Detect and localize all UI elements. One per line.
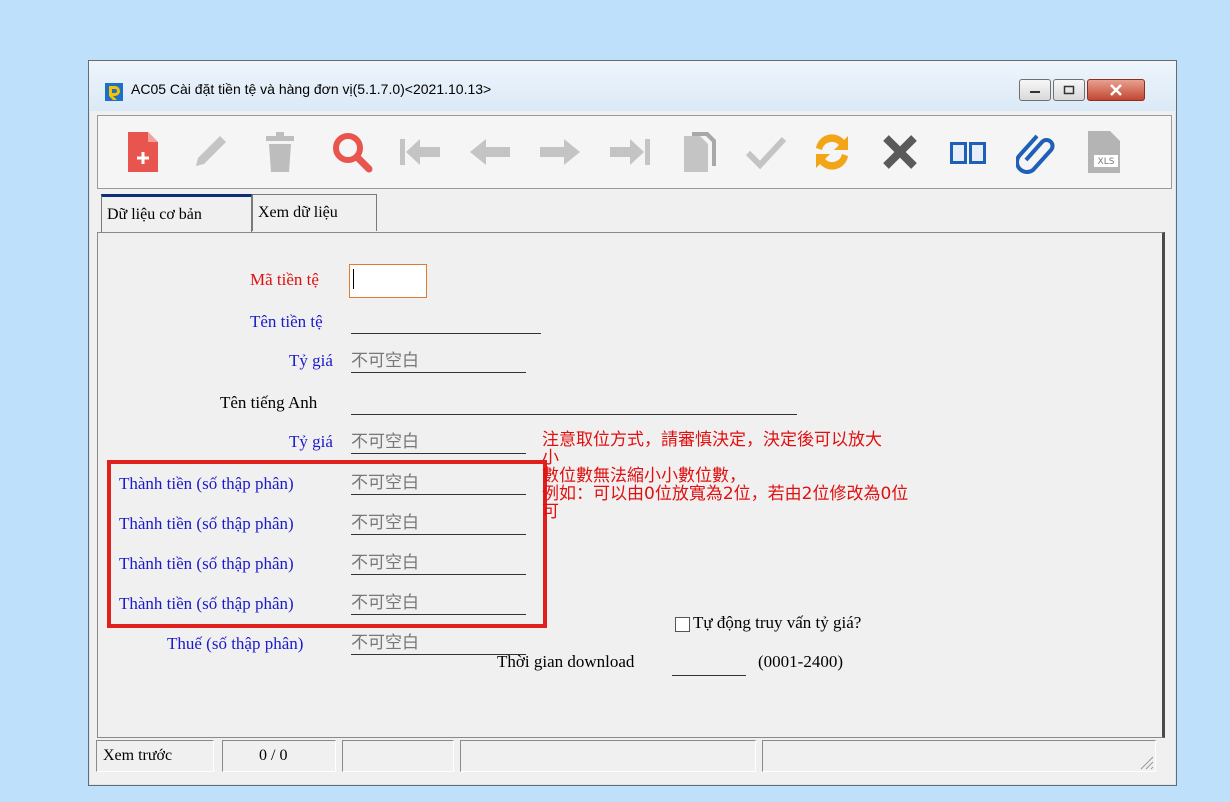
last-record-button[interactable] [604,126,656,178]
last-record-icon [610,139,650,165]
delete-button[interactable] [254,126,306,178]
english-name-label: Tên tiếng Anh [220,393,318,412]
maximize-icon [1063,85,1075,95]
rate-label-1: Tỷ giá [289,351,333,370]
highlight-box [107,460,547,628]
tab-basic-data[interactable]: Dữ liệu cơ bản [101,194,252,233]
check-icon [745,136,787,169]
refresh-button[interactable] [806,126,858,178]
maximize-button[interactable] [1053,79,1085,101]
paperclip-icon [1016,134,1055,174]
confirm-button[interactable] [740,126,792,178]
xls-icon: XLS [1088,131,1120,173]
record-count-text: 0 / 0 [259,747,288,764]
note-line: 可 [542,502,559,522]
download-time-hint: (0001-2400) [758,652,843,671]
toolbar: XLS [97,115,1172,189]
status-cell-3 [342,740,454,772]
auto-rate-checkbox[interactable] [675,617,690,632]
manual-button[interactable] [942,126,994,178]
tab-label: Xem dữ liệu [258,204,338,221]
english-name-input[interactable] [351,392,797,415]
x-icon [883,135,917,169]
edit-button[interactable] [184,126,236,178]
auto-rate-label: Tự động truy vấn tỷ giá? [693,613,862,632]
tax-decimal-label: Thuế (số thập phân) [167,634,304,653]
note-line: 注意取位方式，請審慎決定，決定後可以放大 [542,430,882,450]
pencil-icon [196,136,226,166]
arrow-right-icon [540,139,580,165]
cancel-button[interactable] [874,126,926,178]
previous-button[interactable] [464,126,516,178]
next-button[interactable] [534,126,586,178]
book-icon [950,142,986,164]
download-time-label: Thời gian download [497,652,635,671]
copy-button[interactable] [674,126,726,178]
preview-label: Xem trước [103,747,173,764]
tab-view-data[interactable]: Xem dữ liệu [252,194,377,231]
currency-code-input[interactable] [349,264,427,298]
text-caret [353,269,354,289]
currency-name-label: Tên tiền tệ [250,312,323,331]
arrow-left-icon [470,139,510,165]
status-cell-4 [460,740,756,772]
app-window: AC05 Cài đặt tiền tệ và hàng đơn vị(5.1.… [88,60,1177,786]
rate-input-1[interactable]: 不可空白 [351,350,526,373]
tab-label: Dữ liệu cơ bản [107,206,202,223]
search-button[interactable] [326,126,378,178]
status-bar: Xem trước 0 / 0 [96,738,1165,776]
trash-icon [266,132,294,172]
note-line: 數位數無法縮小小數位數， [542,466,746,486]
first-record-button[interactable] [394,126,446,178]
note-line: 小 [542,448,559,468]
title-bar[interactable]: AC05 Cài đặt tiền tệ và hàng đơn vị(5.1.… [89,61,1176,111]
preview-button[interactable]: Xem trước [96,740,214,772]
first-record-icon [400,139,440,165]
rate-input-2[interactable]: 不可空白 [351,431,526,454]
status-cell-5 [762,740,1156,772]
currency-code-label: Mã tiền tệ [250,270,319,289]
close-icon [1110,84,1122,96]
refresh-icon [816,134,848,170]
app-logo-icon [105,83,123,101]
close-button[interactable] [1087,79,1145,101]
currency-name-input[interactable] [351,311,541,334]
minimize-button[interactable] [1019,79,1051,101]
export-xls-button[interactable]: XLS [1078,126,1130,178]
download-time-input[interactable] [672,653,746,676]
decimal-note: 注意取位方式，請審慎決定，決定後可以放大 小 數位數無法縮小小數位數， 例如：可… [542,431,908,521]
resize-grip-icon[interactable] [1138,754,1154,770]
attach-button[interactable] [1010,126,1062,178]
window-title: AC05 Cài đặt tiền tệ và hàng đơn vị(5.1.… [131,81,492,97]
record-count: 0 / 0 [222,740,336,772]
new-document-icon [128,132,158,172]
note-line: 例如：可以由0位放寬為2位，若由2位修改為0位 [542,484,909,504]
copy-icon [684,132,716,172]
minimize-icon [1030,91,1040,93]
xls-label: XLS [1098,157,1115,167]
new-button[interactable] [116,126,168,178]
rate-label-2: Tỷ giá [289,432,333,451]
search-icon [333,133,373,173]
